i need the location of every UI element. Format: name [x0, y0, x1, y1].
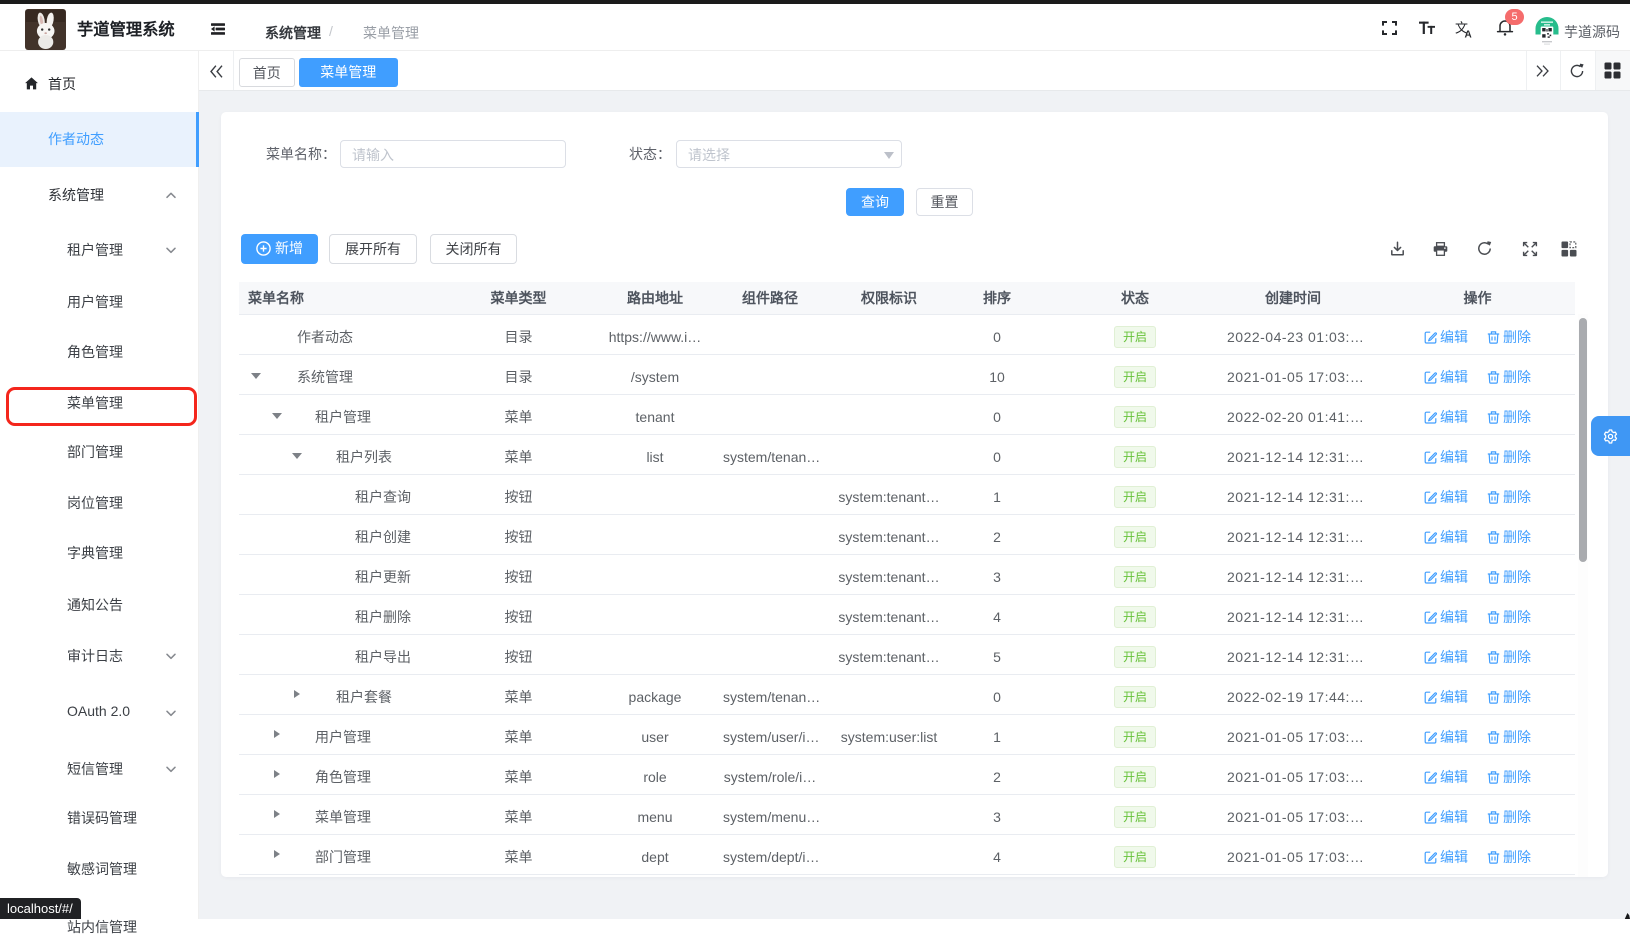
- svg-text:A: A: [1465, 30, 1472, 39]
